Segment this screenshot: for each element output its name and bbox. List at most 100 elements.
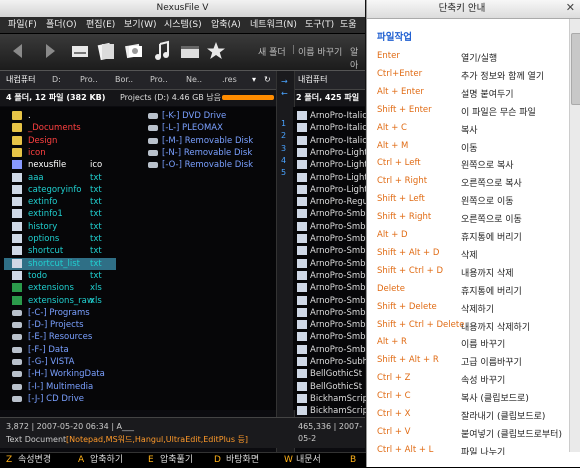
location-my-computer-right[interactable]: 내컴퓨터: [298, 71, 327, 89]
list-item[interactable]: ArnoPro-Smb: [295, 233, 366, 245]
list-item[interactable]: ArnoPro-Smb: [295, 270, 366, 282]
fkey-letter[interactable]: Z: [6, 454, 12, 467]
list-item[interactable]: [-C-] Programs: [4, 307, 116, 319]
list-item[interactable]: categoryinfo txt: [4, 184, 116, 196]
fkey-letter[interactable]: W: [284, 454, 293, 467]
arrow-left-icon[interactable]: ←: [281, 89, 288, 98]
right-file-list[interactable]: ArnoPro-Italic ArnoPro-Italic ArnoPro-Ital…: [293, 107, 368, 416]
images-icon[interactable]: [124, 40, 144, 62]
list-item[interactable]: [-H-] WorkingData: [4, 368, 116, 380]
fkey-letter[interactable]: D: [214, 454, 221, 467]
menu-view[interactable]: 보기(W): [124, 17, 156, 33]
list-item[interactable]: extensions xls: [4, 282, 116, 294]
list-item[interactable]: extinfo1 txt: [4, 208, 116, 220]
toolbar-extra[interactable]: 알아: [350, 45, 365, 71]
menu-edit[interactable]: 편집(E): [86, 17, 115, 33]
fkey-letter[interactable]: A: [78, 454, 84, 467]
list-item[interactable]: ArnoPro-Smb: [295, 208, 366, 220]
list-item[interactable]: ArnoPro-Smb: [295, 258, 366, 270]
menu-compress[interactable]: 압축(A): [211, 17, 241, 33]
list-item[interactable]: [-M-] Removable Disk: [148, 135, 268, 147]
tab-pro-1[interactable]: Pro..: [80, 71, 98, 89]
list-item[interactable]: [-O-] Removable Disk: [148, 159, 268, 171]
fkey-label[interactable]: 압축하기: [90, 454, 123, 467]
tab-bor[interactable]: Bor..: [115, 71, 133, 89]
list-item[interactable]: [-D-] Projects: [4, 319, 116, 331]
left-file-list[interactable]: . _Documents Design icon nexusfile ico aaa txt c…: [0, 107, 276, 410]
menu-network[interactable]: 네트워크(N): [250, 17, 297, 33]
pane-number[interactable]: 2: [281, 131, 286, 140]
star-icon[interactable]: [206, 40, 226, 62]
list-item[interactable]: ArnoPro-Smb: [295, 344, 366, 356]
pane-number[interactable]: 5: [281, 168, 286, 177]
list-item[interactable]: ArnoPro-Smb: [295, 245, 366, 257]
list-item[interactable]: ArnoPro-Italic: [295, 135, 367, 147]
list-item[interactable]: ArnoPro-Smb: [295, 307, 366, 319]
list-item[interactable]: todo txt: [4, 270, 116, 282]
rename-button[interactable]: 이름 바꾸기: [298, 45, 342, 58]
list-item[interactable]: ArnoPro-Smb: [295, 295, 366, 307]
list-item[interactable]: shortcut txt: [4, 245, 116, 257]
pane-number[interactable]: 3: [281, 144, 286, 153]
list-item[interactable]: [-N-] Removable Disk: [148, 147, 268, 159]
list-item[interactable]: extensions_raw xls: [4, 295, 116, 307]
list-item[interactable]: ArnoPro-Light: [295, 147, 368, 159]
list-item[interactable]: ArnoPro-Light: [295, 159, 368, 171]
list-item[interactable]: ArnoPro-Smb: [295, 282, 366, 294]
list-item[interactable]: ArnoPro-Subh: [295, 356, 368, 368]
music-icon[interactable]: [152, 40, 172, 62]
forward-icon[interactable]: [40, 40, 60, 62]
dropdown-icon[interactable]: ▾: [252, 71, 256, 89]
list-item[interactable]: [-J-] CD Drive: [4, 393, 116, 405]
menu-tools[interactable]: 도구(T): [305, 17, 334, 33]
list-item[interactable]: aaa txt: [4, 172, 116, 184]
list-item[interactable]: ArnoPro-Smb: [295, 331, 366, 343]
fkey-letter[interactable]: E: [148, 454, 154, 467]
list-item[interactable]: BellGothicSt: [295, 381, 365, 393]
list-item[interactable]: ArnoPro-Light: [295, 172, 368, 184]
list-item[interactable]: [-F-] Data: [4, 344, 116, 356]
scrollbar-thumb[interactable]: [571, 33, 580, 105]
list-item[interactable]: [-E-] Resources: [4, 331, 116, 343]
drive-selector[interactable]: D:: [52, 71, 61, 89]
list-item[interactable]: extinfo txt: [4, 196, 116, 208]
list-item[interactable]: icon: [4, 147, 116, 159]
list-item[interactable]: _Documents: [4, 122, 116, 134]
list-item[interactable]: options txt: [4, 233, 116, 245]
list-item[interactable]: history txt: [4, 221, 116, 233]
list-item[interactable]: Design: [4, 135, 116, 147]
tab-ne[interactable]: Ne..: [186, 71, 202, 89]
tab-res[interactable]: .res: [222, 71, 237, 89]
drive-icon[interactable]: [70, 40, 90, 62]
new-folder-button[interactable]: 새 폴더: [258, 45, 286, 58]
list-item[interactable]: [-G-] VISTA: [4, 356, 116, 368]
documents-icon[interactable]: [96, 40, 116, 62]
pane-number[interactable]: 4: [281, 156, 286, 165]
list-item[interactable]: BickhamScrip: [295, 405, 368, 417]
back-icon[interactable]: [8, 40, 28, 62]
menu-help[interactable]: 도움: [340, 17, 357, 33]
close-icon[interactable]: ✕: [566, 1, 575, 14]
list-item[interactable]: ArnoPro-Light: [295, 184, 368, 196]
shortcut-scrollbar[interactable]: [569, 19, 580, 452]
fkey-label[interactable]: 내문서: [296, 454, 321, 467]
list-item[interactable]: .: [4, 110, 116, 122]
location-my-computer[interactable]: 내컴퓨터: [6, 71, 35, 89]
list-item[interactable]: ArnoPro-Italic: [295, 110, 367, 122]
list-item[interactable]: BickhamScrip: [295, 393, 368, 405]
list-item[interactable]: ArnoPro-Smb: [295, 221, 366, 233]
fkey-letter[interactable]: B: [350, 454, 356, 467]
list-item[interactable]: [-K-] DVD Drive: [148, 110, 268, 122]
list-item[interactable]: shortcut_list txt: [4, 257, 116, 270]
menu-folder[interactable]: 폴더(O): [46, 17, 77, 33]
fkey-label[interactable]: 바탕화면: [226, 454, 259, 467]
list-item[interactable]: [-L-] PLEOMAX: [148, 122, 268, 134]
fkey-label[interactable]: 속성변경: [18, 454, 51, 467]
list-item[interactable]: ArnoPro-Regu: [295, 196, 368, 208]
fkey-label[interactable]: 압축풀기: [160, 454, 193, 467]
tab-pro-2[interactable]: Pro..: [150, 71, 168, 89]
menu-system[interactable]: 시스템(S): [164, 17, 202, 33]
list-item[interactable]: ArnoPro-Smb: [295, 319, 366, 331]
list-item[interactable]: [-I-] Multimedia: [4, 381, 116, 393]
list-item[interactable]: BellGothicSt: [295, 368, 365, 380]
